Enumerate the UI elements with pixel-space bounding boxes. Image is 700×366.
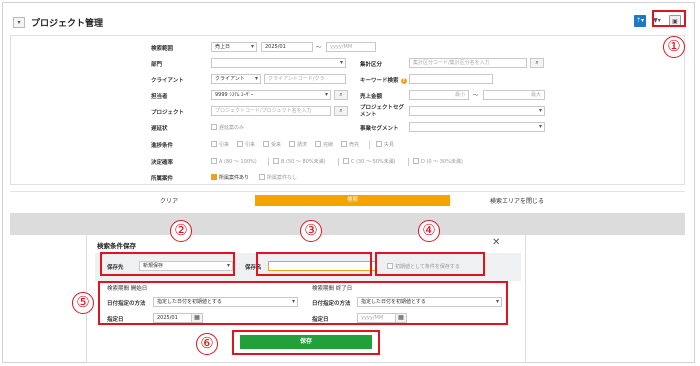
progress-checkbox[interactable]: 請済: [289, 141, 307, 148]
callout-2: ②: [170, 220, 192, 242]
progress-checkbox[interactable]: 完線: [315, 141, 333, 148]
search-action-bar: クリア 検索 検索エリアを閉じる: [10, 191, 685, 208]
period-type-select[interactable]: 売上日: [211, 42, 257, 52]
project-search-icon[interactable]: ⌕: [334, 106, 348, 116]
progress-checkbox[interactable]: 引来: [211, 141, 229, 148]
probability-checkbox[interactable]: B (50 〜 80%未満): [273, 158, 326, 165]
sales-amount-label: 売上金額: [360, 94, 383, 100]
progress-option-text: 失見: [384, 142, 395, 148]
aggregate-label: 集計区分: [360, 62, 383, 68]
keyword-label: キーワード検索?: [360, 76, 407, 84]
probability-checkbox[interactable]: D (0 〜 30%未満): [413, 158, 463, 165]
progress-checkbox[interactable]: 売完: [341, 141, 359, 148]
affiliation-option-text: 所属案件あり: [219, 175, 250, 181]
period-label: 検索範囲: [151, 46, 174, 52]
owner-label: 担当者: [151, 94, 168, 100]
collapse-toggle-button[interactable]: ▾: [13, 17, 25, 28]
progress-label: 進捗条件: [151, 143, 174, 149]
probability-checkbox[interactable]: C (30 〜 50%未満): [343, 158, 396, 165]
highlight-box-4: [375, 252, 485, 276]
page-title: プロジェクト管理: [31, 19, 104, 29]
progress-checkbox[interactable]: 失見: [376, 141, 394, 148]
probability-option-text: B (50 〜 80%未満): [281, 159, 326, 165]
probability-checkbox[interactable]: A (80 〜 100%): [211, 158, 257, 165]
progress-option-text: 売完: [349, 142, 360, 148]
probability-separator: [408, 158, 409, 166]
keyword-label-text: キーワード検索: [360, 78, 399, 84]
overlay-band: [10, 213, 685, 235]
callout-4: ④: [418, 220, 440, 242]
progress-option-text: 引来: [219, 142, 230, 148]
project-label: プロジェクト: [151, 110, 185, 116]
page: ▾ プロジェクト管理 ⇡▾ ▼▾ ▣ 検索範囲 売上日 2025/01 〜 yy…: [0, 0, 700, 366]
owner-search-icon[interactable]: ⌕: [334, 90, 348, 100]
keyword-input[interactable]: [409, 74, 493, 84]
client-label: クライアント: [151, 78, 184, 84]
affiliation-checkbox[interactable]: 所属案件なし: [259, 174, 297, 181]
highlight-box-2: [100, 252, 235, 276]
progress-checkbox[interactable]: 引来: [237, 141, 255, 148]
upload-icon[interactable]: ⇡▾: [634, 15, 646, 27]
affiliation-checkbox-checked[interactable]: 所属案件あり: [211, 174, 249, 181]
department-label: 部門: [151, 62, 163, 68]
highlight-box-1: [652, 10, 686, 27]
project-segment-select[interactable]: [409, 106, 545, 116]
probability-option-text: D (0 〜 30%未満): [421, 159, 463, 165]
department-select[interactable]: [211, 58, 346, 68]
callout-1: ①: [663, 36, 685, 58]
dialog-title: 検索条件保存: [97, 242, 136, 250]
probability-label: 決定確率: [151, 160, 174, 166]
close-search-area-link[interactable]: 検索エリアを閉じる: [490, 196, 544, 205]
aggregate-input[interactable]: 集計区分コード/集計区分名を入力: [409, 58, 527, 68]
affiliation-label: 所属案件: [151, 176, 174, 182]
project-input[interactable]: プロジェクトコード/プロジェクト名を入力: [211, 106, 331, 116]
probability-separator: [268, 158, 269, 166]
probability-option-text: C (30 〜 50%未満): [351, 159, 396, 165]
close-icon[interactable]: ✕: [492, 237, 500, 248]
clear-button[interactable]: クリア: [160, 196, 178, 205]
project-segment-label: プロジェクトセグメント: [360, 105, 405, 118]
page-header: ▾ プロジェクト管理 ⇡▾ ▼▾ ▣: [9, 13, 695, 35]
sales-tilde: 〜: [473, 93, 479, 99]
progress-option-text: 引来: [245, 142, 256, 148]
highlight-box-3: [256, 252, 372, 276]
help-icon[interactable]: ?: [400, 78, 407, 84]
period-from-input[interactable]: 2025/01: [261, 42, 313, 52]
client-input[interactable]: クライアントコード/クラ: [264, 74, 346, 84]
period-to-input[interactable]: yyyy/MM: [326, 42, 376, 52]
probability-separator: [338, 158, 339, 166]
highlight-box-6: [232, 330, 380, 355]
progress-option-text: 受来: [271, 142, 282, 148]
client-type-select[interactable]: クライアント: [211, 74, 261, 84]
highlight-box-5: [98, 281, 508, 325]
sales-max-input[interactable]: 最大: [483, 90, 545, 100]
progress-option-text: 完線: [323, 142, 334, 148]
period-tilde: 〜: [316, 45, 322, 51]
callout-6: ⑥: [196, 333, 218, 355]
progress-separator: [369, 141, 370, 149]
search-button[interactable]: 検索: [255, 195, 450, 206]
probability-option-text: A (80 〜 100%): [219, 159, 257, 165]
delay-checkbox[interactable]: 遅延案のみ: [211, 124, 244, 131]
callout-5: ⑤: [72, 292, 94, 314]
search-panel: 検索範囲 売上日 2025/01 〜 yyyy/MM 部門 集計区分 集計区分コ…: [10, 35, 685, 185]
aggregate-search-icon[interactable]: ⌕: [530, 58, 544, 68]
callout-3: ③: [300, 220, 322, 242]
progress-checkbox[interactable]: 受来: [263, 141, 281, 148]
business-segment-select[interactable]: [409, 122, 545, 132]
progress-option-text: 請済: [297, 142, 308, 148]
owner-select[interactable]: 9999 ｼｽﾃﾑ ﾕｰｻﾞｰ: [211, 90, 331, 100]
sales-min-input[interactable]: 最小: [409, 90, 469, 100]
business-segment-label: 事業セグメント: [360, 126, 399, 132]
delay-label: 遅延状: [151, 126, 168, 132]
affiliation-option-text: 所属案件なし: [267, 175, 298, 181]
delay-option-text: 遅延案のみ: [219, 125, 245, 131]
